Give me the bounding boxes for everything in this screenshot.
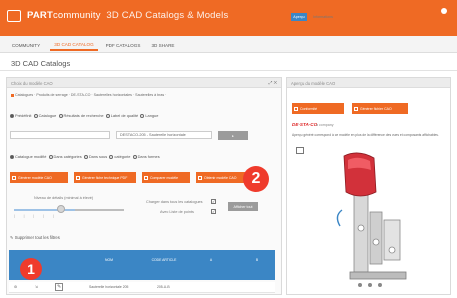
brand-title: PARTcommunity 3D CAD Catalogs & Models [27, 10, 229, 21]
radio-icon[interactable] [83, 154, 88, 159]
cell-code: 205-U-B [157, 285, 170, 289]
breadcrumb[interactable]: Catalogues · Produits de serrage · DE-ST… [11, 92, 279, 98]
view-controls[interactable] [358, 283, 382, 287]
settings-icon[interactable]: ⚙ [14, 285, 17, 289]
preview-header: Aperçu du modèle CAO [287, 78, 450, 88]
tab-information[interactable]: Informations [310, 13, 336, 21]
search-scope-radios[interactable]: Catalogue modifié Dans catégories Dans s… [10, 154, 160, 159]
slider-handle[interactable] [57, 205, 65, 213]
radio-icon[interactable] [33, 113, 38, 118]
compare-icon [144, 175, 148, 180]
part-field[interactable]: DESTACO-205 - Sauterelle horizontale [116, 131, 212, 139]
preview-note: Aperçu généré correspond à ce modèle en … [292, 133, 439, 137]
generate-pdf-button[interactable]: Générer fiche technique PDF [74, 172, 136, 183]
divider [0, 70, 457, 71]
tab-pdf-catalogs[interactable]: PDF CATALOGS [102, 39, 144, 51]
manufacturer-logo-sub: a company [316, 123, 334, 127]
radio-icon[interactable] [109, 154, 114, 159]
toggle-clamp-model [336, 152, 407, 280]
manufacturer-logo: DE·STA·CO [292, 122, 318, 127]
get-cad-model-button[interactable]: Obtenir modèle CAO [196, 172, 246, 183]
cart-icon[interactable]: ⇲ [35, 285, 38, 289]
detail-level-slider[interactable] [14, 209, 124, 211]
checkbox-option-1[interactable]: ✓ [211, 199, 216, 204]
radio-icon[interactable] [132, 154, 137, 159]
partcommunity-logo-icon[interactable] [7, 10, 21, 22]
col-header-name[interactable]: NOM [93, 258, 125, 263]
panel-header: Choix du modèle CAO ⤢ ✕ [7, 78, 281, 88]
radio-icon[interactable] [58, 113, 63, 118]
cell-name: Sauterelle horizontale 205 [89, 285, 129, 289]
clear-filters-link[interactable]: ✎ Supprimer tout les filtres [10, 235, 60, 240]
edit-icon[interactable]: ✎ [55, 283, 64, 291]
panel-controls-icon[interactable]: ⤢ ✕ [269, 80, 277, 85]
conformity-button[interactable]: Conformité [292, 103, 344, 114]
pdf-icon [76, 175, 80, 180]
option-label-2: Avec Liste de points [160, 210, 194, 214]
annotation-badge-2: 2 [243, 166, 269, 192]
page-title: 3D CAD Catalogs [11, 59, 71, 68]
radio-icon[interactable] [105, 113, 110, 118]
radio-icon[interactable] [48, 154, 53, 159]
check-icon [294, 106, 298, 111]
table-row[interactable]: ⚙ ⇲ ✎ Sauterelle horizontale 205 205-U-B [9, 282, 275, 293]
radio-icon[interactable] [10, 113, 14, 118]
apply-button[interactable]: ▸ [218, 131, 248, 140]
slider-fill [14, 209, 75, 211]
tab-3d-share[interactable]: 3D SHARE [148, 39, 178, 51]
radio-icon[interactable] [140, 113, 145, 118]
cad-model-preview[interactable] [330, 150, 430, 290]
col-header-b[interactable]: B [245, 258, 269, 263]
generate-cad-button[interactable]: Générer modèle CAO [10, 172, 68, 183]
table-header: NOM CODE ARTICLE A B [9, 250, 275, 280]
col-header-a[interactable]: A [199, 258, 223, 263]
col-header-code[interactable]: CODE ARTICLE [149, 258, 179, 263]
main-nav: COMMUNITY 3D CAD CATALOG PDF CATALOGS 3D… [0, 36, 457, 53]
search-field[interactable] [10, 131, 110, 139]
tab-preview[interactable]: Aperçu [291, 13, 307, 21]
file-icon [354, 106, 358, 111]
compare-button[interactable]: Comparer modèle [142, 172, 190, 183]
user-icon[interactable] [441, 8, 447, 14]
filter-radios[interactable]: Prédéfinit Catalogue Résultats de recher… [10, 113, 158, 118]
checkbox-option-2[interactable]: ✓ [211, 209, 216, 214]
list-icon[interactable] [296, 147, 304, 154]
preview-title: Aperçu du modèle CAO [291, 81, 336, 86]
download-icon [12, 175, 16, 180]
tab-community[interactable]: COMMUNITY [6, 39, 46, 51]
top-bar: PARTcommunity 3D CAD Catalogs & Models [0, 0, 457, 36]
option-label-1: Charger dans tous les catalogues [146, 200, 203, 204]
slider-ticks: | | | | | [14, 214, 54, 218]
breadcrumb-icon [11, 93, 14, 97]
cad-icon [198, 175, 202, 180]
generate-cad-file-button[interactable]: Générer fichier CAO [352, 103, 408, 114]
detail-level-label: Niveau de détails (minimal à élevé) [34, 196, 94, 200]
radio-icon[interactable] [10, 154, 14, 159]
panel-title: Choix du modèle CAO [11, 81, 53, 86]
annotation-badge-1: 1 [20, 258, 42, 280]
show-all-button[interactable]: Afficher tout [228, 202, 258, 211]
tab-3d-cad-catalog[interactable]: 3D CAD CATALOG [50, 39, 98, 51]
